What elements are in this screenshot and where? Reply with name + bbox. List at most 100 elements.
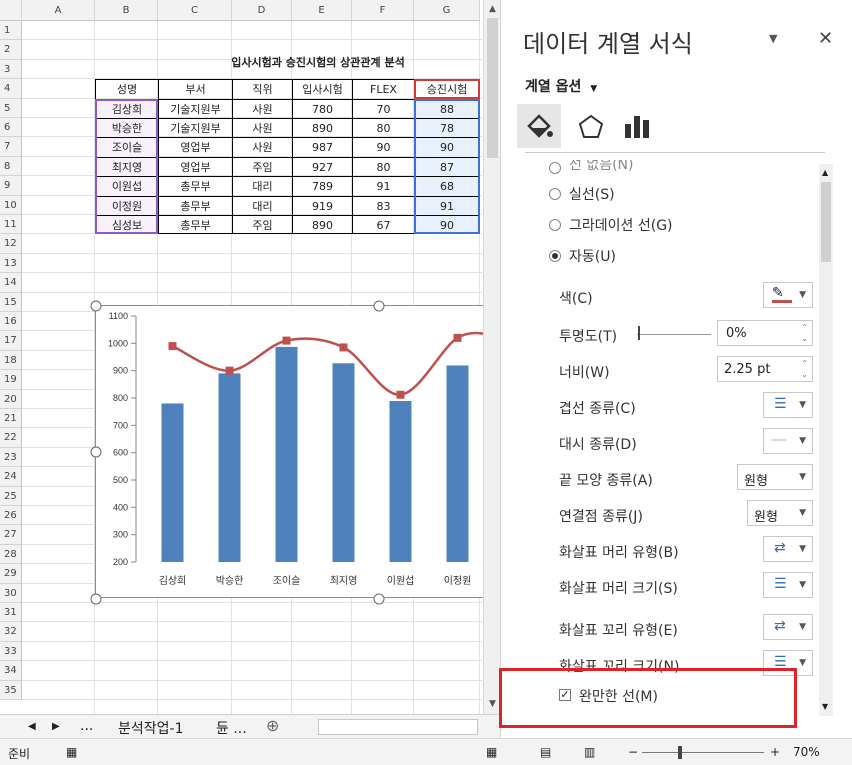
table-header-cell[interactable]: 직위 bbox=[232, 79, 292, 99]
radio-solid-line[interactable] bbox=[549, 188, 561, 200]
row-header[interactable]: 24 bbox=[0, 467, 22, 487]
table-cell[interactable]: 91 bbox=[352, 176, 414, 196]
table-cell[interactable]: 67 bbox=[352, 215, 414, 235]
row-header[interactable]: 31 bbox=[0, 603, 22, 623]
scroll-thumb[interactable] bbox=[487, 18, 498, 158]
row-header[interactable]: 13 bbox=[0, 253, 22, 274]
row-header[interactable]: 35 bbox=[0, 680, 22, 700]
row-header[interactable]: 21 bbox=[0, 409, 22, 429]
row-header[interactable]: 7 bbox=[0, 137, 22, 157]
table-cell[interactable]: 87 bbox=[414, 156, 480, 177]
table-cell[interactable]: 이정원 bbox=[95, 195, 158, 215]
column-header[interactable]: E bbox=[292, 0, 352, 21]
page-break-icon[interactable]: ▥ bbox=[584, 745, 595, 759]
row-header[interactable]: 3 bbox=[0, 59, 22, 80]
row-header[interactable]: 22 bbox=[0, 428, 22, 448]
table-cell[interactable]: 90 bbox=[352, 137, 414, 157]
table-cell[interactable]: 789 bbox=[292, 176, 352, 196]
table-cell[interactable]: 70 bbox=[352, 98, 414, 118]
table-cell[interactable]: 사원 bbox=[232, 137, 292, 157]
row-header[interactable]: 27 bbox=[0, 525, 22, 545]
table-cell[interactable]: 영업부 bbox=[158, 156, 232, 177]
chart-area[interactable]: 1100 1000 900 800 700 600 500 400 300 200 김상희 박승한 조이… bbox=[90, 300, 483, 605]
tab-fill-line[interactable] bbox=[517, 104, 561, 148]
tab-more-button[interactable]: ... bbox=[80, 718, 93, 734]
row-header[interactable]: 18 bbox=[0, 350, 22, 371]
row-header[interactable]: 26 bbox=[0, 506, 22, 526]
row-header[interactable]: 34 bbox=[0, 661, 22, 681]
scroll-down-icon[interactable]: ▼ bbox=[485, 697, 500, 712]
tab-series-options[interactable] bbox=[617, 104, 657, 148]
table-cell[interactable]: 총무부 bbox=[158, 176, 232, 196]
table-cell[interactable]: 김상희 bbox=[95, 98, 158, 118]
column-header[interactable]: G bbox=[414, 0, 480, 21]
row-header[interactable]: 1 bbox=[0, 21, 22, 41]
spin-icon[interactable]: ⌃ ⌄ bbox=[801, 358, 808, 380]
column-header[interactable]: A bbox=[22, 0, 95, 21]
sheet-tab-2[interactable]: 듄 ... bbox=[216, 718, 247, 738]
table-cell[interactable]: 최지영 bbox=[95, 156, 158, 177]
row-header[interactable]: 12 bbox=[0, 234, 22, 254]
scroll-up-icon[interactable]: ▲ bbox=[822, 168, 828, 177]
table-cell[interactable]: 사원 bbox=[232, 118, 292, 138]
table-header-cell[interactable]: FLEX bbox=[352, 79, 414, 99]
compound-type-dropdown[interactable]: ☰ ▼ bbox=[763, 392, 813, 418]
row-header[interactable]: 33 bbox=[0, 641, 22, 662]
table-cell[interactable]: 주임 bbox=[232, 156, 292, 177]
zoom-slider-thumb[interactable] bbox=[678, 746, 682, 759]
table-cell[interactable]: 78 bbox=[414, 118, 480, 138]
spin-icon[interactable]: ⌃ ⌄ bbox=[801, 322, 808, 344]
vertical-scrollbar[interactable]: ▲ ▼ bbox=[483, 0, 500, 714]
table-cell[interactable]: 83 bbox=[352, 195, 414, 215]
color-picker-button[interactable]: ✎ ▼ bbox=[763, 282, 813, 308]
row-header[interactable]: 28 bbox=[0, 544, 22, 565]
normal-view-icon[interactable]: ▦ bbox=[486, 745, 497, 759]
column-header[interactable]: C bbox=[158, 0, 232, 21]
table-cell[interactable]: 이원섭 bbox=[95, 176, 158, 196]
spreadsheet-grid[interactable]: ABCDEFG 1 2 3 4 5 6 7 8 9 10 11 12 13 14 15 16 17 18 19 20 2… bbox=[0, 0, 483, 714]
column-header[interactable]: F bbox=[352, 0, 414, 21]
cap-type-dropdown[interactable]: 원형 ▼ bbox=[737, 464, 813, 490]
table-cell[interactable]: 사원 bbox=[232, 98, 292, 118]
table-header-cell[interactable]: 성명 bbox=[95, 79, 158, 99]
zoom-level[interactable]: 70% bbox=[793, 745, 820, 759]
pane-scrollbar[interactable]: ▲ ▼ bbox=[819, 164, 833, 716]
transparency-slider[interactable] bbox=[637, 334, 711, 335]
row-header[interactable]: 23 bbox=[0, 447, 22, 468]
column-header[interactable]: D bbox=[232, 0, 292, 21]
table-cell[interactable]: 90 bbox=[414, 215, 480, 235]
row-header[interactable]: 15 bbox=[0, 292, 22, 312]
radio-auto-line[interactable] bbox=[549, 250, 561, 262]
table-cell[interactable]: 심성보 bbox=[95, 215, 158, 235]
dash-type-dropdown[interactable]: ┄┄ ▼ bbox=[763, 428, 813, 454]
row-header[interactable]: 16 bbox=[0, 312, 22, 332]
table-cell[interactable]: 대리 bbox=[232, 195, 292, 215]
table-cell[interactable]: 80 bbox=[352, 118, 414, 138]
table-cell[interactable]: 박승한 bbox=[95, 118, 158, 138]
pane-scroll-thumb[interactable] bbox=[821, 182, 831, 262]
row-header[interactable]: 4 bbox=[0, 79, 22, 99]
row-header[interactable]: 30 bbox=[0, 583, 22, 603]
tab-effects[interactable] bbox=[571, 104, 611, 148]
table-header-cell[interactable]: 입사시험 bbox=[292, 79, 352, 99]
series-options-dropdown[interactable]: 계열 옵션 ▼ bbox=[525, 76, 597, 96]
table-cell[interactable]: 68 bbox=[414, 176, 480, 196]
width-input[interactable]: 2.25 pt ⌃ ⌄ bbox=[717, 356, 813, 382]
table-cell[interactable]: 총무부 bbox=[158, 215, 232, 235]
table-header-cell[interactable]: 부서 bbox=[158, 79, 232, 99]
table-cell[interactable]: 91 bbox=[414, 195, 480, 215]
tab-next-icon[interactable]: ▶ bbox=[52, 721, 60, 732]
horizontal-scrollbar[interactable] bbox=[318, 719, 478, 735]
row-header[interactable]: 20 bbox=[0, 389, 22, 409]
scroll-down-icon[interactable]: ▼ bbox=[822, 702, 828, 711]
row-header[interactable]: 8 bbox=[0, 156, 22, 177]
table-cell[interactable]: 조이슬 bbox=[95, 137, 158, 157]
transparency-input[interactable]: 0% ⌃ ⌄ bbox=[717, 320, 813, 346]
table-cell[interactable]: 대리 bbox=[232, 176, 292, 196]
tab-prev-icon[interactable]: ◀ bbox=[28, 721, 36, 732]
row-header[interactable]: 11 bbox=[0, 215, 22, 235]
table-cell[interactable]: 890 bbox=[292, 215, 352, 235]
scroll-up-icon[interactable]: ▲ bbox=[485, 2, 500, 17]
select-all-corner[interactable] bbox=[0, 0, 22, 21]
row-header[interactable]: 10 bbox=[0, 195, 22, 215]
